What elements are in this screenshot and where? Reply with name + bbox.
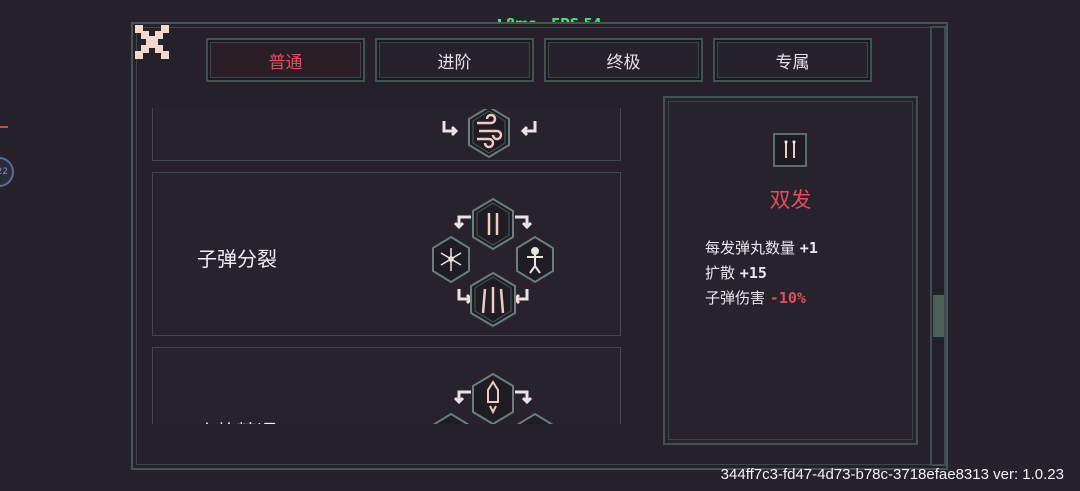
arrow-down-right-icon bbox=[512, 289, 529, 305]
tab-label: 终极 bbox=[606, 52, 641, 73]
close-button[interactable] bbox=[135, 25, 169, 59]
arrow-right-icon bbox=[520, 121, 537, 137]
scrollbar-track[interactable] bbox=[930, 26, 946, 466]
arrow-down-left-icon bbox=[457, 289, 474, 305]
close-icon bbox=[135, 25, 169, 59]
scrollbar-thumb[interactable] bbox=[933, 295, 944, 337]
skill-tree bbox=[442, 109, 537, 159]
stat-row: 扩散 +15 bbox=[705, 261, 818, 286]
figure-node[interactable] bbox=[516, 235, 554, 284]
skill-tree bbox=[432, 197, 554, 327]
stat-row: 每发弹丸数量 +1 bbox=[705, 236, 818, 261]
rocket-node[interactable] bbox=[472, 372, 514, 424]
right-node[interactable] bbox=[516, 412, 554, 424]
level-badge[interactable]: 22 bbox=[0, 157, 14, 187]
skill-card[interactable]: 火焰精通 bbox=[152, 347, 621, 424]
arrow-up-left-icon bbox=[453, 390, 471, 405]
wind-node[interactable] bbox=[468, 109, 510, 159]
skill-stats: 每发弹丸数量 +1 扩散 +15 子弹伤害 -10% bbox=[705, 236, 818, 311]
arrow-up-right-icon bbox=[515, 215, 533, 230]
twin-bullets-icon bbox=[784, 140, 796, 158]
skill-card[interactable] bbox=[152, 108, 621, 161]
skill-title: 火焰精通 bbox=[197, 416, 277, 424]
stat-label: 扩散 bbox=[705, 264, 736, 282]
stat-value: +15 bbox=[739, 264, 767, 282]
skill-card[interactable]: 子弹分裂 bbox=[152, 172, 621, 336]
tab-label: 进阶 bbox=[437, 52, 472, 73]
edge-marker bbox=[0, 126, 8, 128]
selected-skill-name: 双发 bbox=[769, 188, 812, 212]
tab-exclusive[interactable]: 专属 bbox=[713, 38, 872, 82]
triple-shot-node[interactable] bbox=[470, 271, 516, 327]
stat-label: 每发弹丸数量 bbox=[705, 239, 796, 257]
twin-shot-node[interactable] bbox=[472, 197, 514, 251]
stat-row: 子弹伤害 -10% bbox=[705, 286, 818, 311]
stat-label: 子弹伤害 bbox=[705, 289, 766, 307]
skill-tree bbox=[432, 372, 554, 424]
arrow-up-left-icon bbox=[453, 215, 471, 230]
version-label: 344ff7c3-fd47-4d73-b78c-3718efae8313 ver… bbox=[720, 466, 1064, 483]
tab-label: 普通 bbox=[268, 52, 303, 73]
left-node[interactable] bbox=[432, 412, 470, 424]
selected-skill-icon bbox=[773, 133, 807, 167]
skill-list[interactable]: 子弹分裂 bbox=[152, 108, 621, 424]
tab-ultimate[interactable]: 终极 bbox=[544, 38, 703, 82]
arrow-left-icon bbox=[442, 121, 459, 137]
stat-value: -10% bbox=[769, 289, 806, 307]
skill-title: 子弹分裂 bbox=[197, 247, 277, 271]
tab-advanced[interactable]: 进阶 bbox=[375, 38, 534, 82]
tab-normal[interactable]: 普通 bbox=[206, 38, 365, 82]
split-node[interactable] bbox=[432, 235, 470, 284]
tab-label: 专属 bbox=[775, 52, 810, 73]
stat-value: +1 bbox=[799, 239, 818, 257]
arrow-up-right-icon bbox=[515, 390, 533, 405]
